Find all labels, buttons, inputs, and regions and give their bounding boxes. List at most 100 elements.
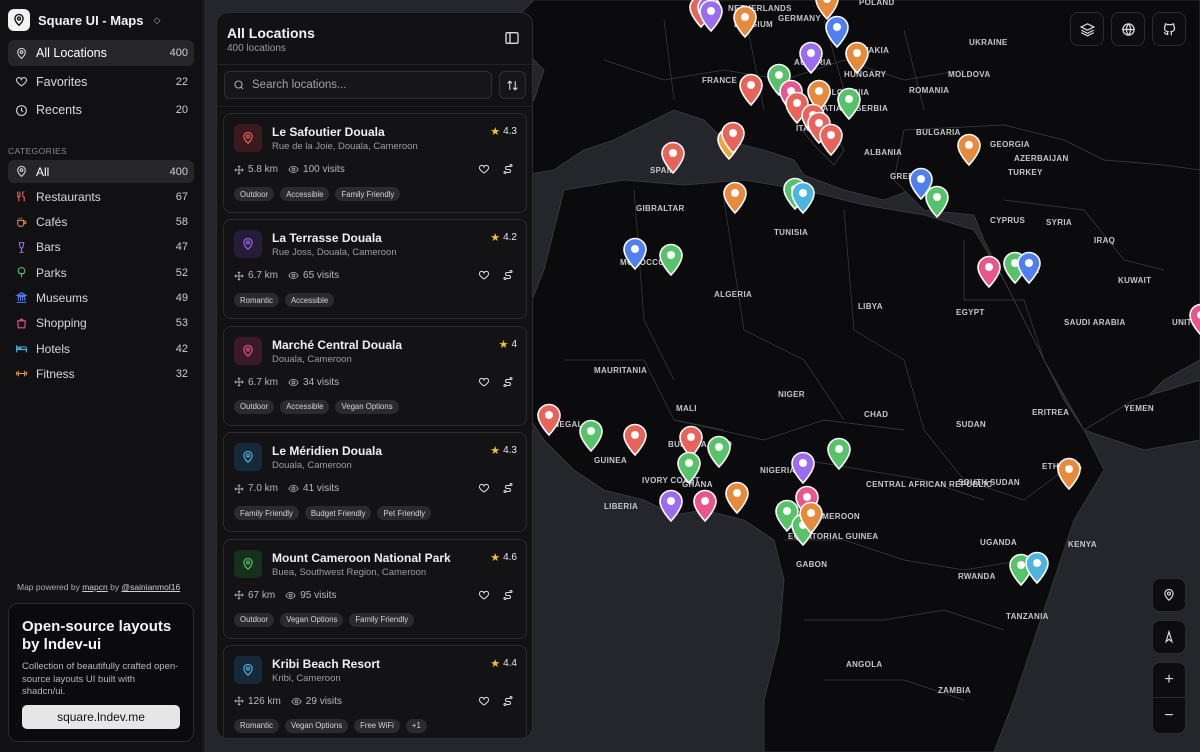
directions-icon[interactable] — [502, 376, 514, 388]
location-marker[interactable] — [790, 180, 816, 215]
location-marker[interactable] — [826, 436, 852, 471]
location-marker[interactable] — [798, 40, 824, 75]
category-item-shopping[interactable]: Shopping 53 — [8, 312, 194, 335]
location-marker[interactable] — [1056, 456, 1082, 491]
mapcn-link[interactable]: mapcn — [82, 582, 108, 592]
favorite-heart-icon[interactable] — [478, 589, 490, 601]
github-button[interactable] — [1152, 12, 1186, 46]
tag-chip: Romantic — [234, 718, 279, 733]
location-marker[interactable] — [720, 120, 746, 155]
category-item-hotels[interactable]: Hotels 42 — [8, 337, 194, 360]
search-field[interactable] — [224, 71, 492, 99]
location-card[interactable]: Marché Central Douala Douala, Cameroon ★… — [223, 325, 527, 426]
map-marker-icon — [837, 87, 861, 121]
location-marker[interactable] — [658, 488, 684, 523]
favorite-heart-icon[interactable] — [478, 695, 490, 707]
layers-button[interactable] — [1070, 12, 1104, 46]
location-marker[interactable] — [676, 450, 702, 485]
map-marker-icon — [579, 419, 603, 453]
compass-button[interactable] — [1152, 620, 1186, 654]
zoom-out-button[interactable]: − — [1153, 698, 1185, 733]
favorite-heart-icon[interactable] — [478, 482, 490, 494]
promo-link-button[interactable]: square.lndev.me — [22, 705, 180, 729]
location-card[interactable]: Mount Cameroon National Park Buea, South… — [223, 538, 527, 639]
location-name: Le Méridien Douala — [272, 444, 383, 459]
category-item-parks[interactable]: Parks 52 — [8, 261, 194, 284]
directions-icon[interactable] — [502, 269, 514, 281]
location-marker[interactable] — [790, 450, 816, 485]
location-marker[interactable] — [660, 140, 686, 175]
location-address: Rue de la Joie, Douala, Cameroon — [272, 141, 418, 152]
location-marker[interactable] — [738, 72, 764, 107]
location-marker[interactable] — [956, 132, 982, 167]
category-badge — [234, 655, 262, 684]
nav-item-recents[interactable]: Recents 20 — [8, 97, 194, 123]
app-switcher[interactable]: Square UI - Maps ◇ — [8, 8, 160, 32]
directions-icon[interactable] — [502, 163, 514, 175]
zoom-in-button[interactable]: + — [1153, 663, 1185, 698]
category-item-all[interactable]: All 400 — [8, 160, 194, 183]
location-marker[interactable] — [1016, 250, 1042, 285]
nav-item-favorites[interactable]: Favorites 22 — [8, 69, 194, 95]
location-marker[interactable] — [818, 122, 844, 157]
tag-chip: Free WiFi — [354, 718, 400, 733]
rating: ★ 4 — [498, 338, 517, 351]
map-marker-icon — [819, 123, 843, 157]
category-item-fitness[interactable]: Fitness 32 — [8, 362, 194, 385]
location-marker[interactable] — [622, 236, 648, 271]
category-item-museums[interactable]: Museums 49 — [8, 286, 194, 309]
location-meta: 5.8 km 100 visits — [234, 164, 355, 175]
location-marker[interactable] — [578, 418, 604, 453]
favorite-heart-icon[interactable] — [478, 269, 490, 281]
author-link[interactable]: @sainianmol16 — [121, 582, 180, 592]
map-pin-icon — [243, 131, 253, 145]
location-marker[interactable] — [1188, 302, 1200, 336]
tag-list: Outdoor Accessible Vegan Options — [234, 399, 399, 414]
locate-button[interactable] — [1152, 578, 1186, 612]
directions-icon[interactable] — [502, 482, 514, 494]
location-marker[interactable] — [836, 86, 862, 121]
panel-title: All Locations — [227, 25, 315, 41]
nav-label: Favorites — [36, 74, 88, 89]
location-meta: 7.0 km 41 visits — [234, 483, 349, 494]
category-item-bars[interactable]: Bars 47 — [8, 236, 194, 259]
location-card[interactable]: Le Safoutier Douala Rue de la Joie, Doua… — [223, 113, 527, 213]
favorite-heart-icon[interactable] — [478, 163, 490, 175]
dumbbell-icon — [15, 371, 27, 377]
globe-button[interactable] — [1111, 12, 1145, 46]
category-badge — [234, 124, 262, 152]
eye-icon — [291, 697, 302, 706]
directions-icon[interactable] — [502, 695, 514, 707]
location-marker[interactable] — [798, 500, 824, 535]
location-marker[interactable] — [658, 242, 684, 277]
location-card[interactable]: Kribi Beach Resort Kribi, Cameroon ★ 4.4 … — [223, 644, 527, 738]
location-name: Marché Central Douala — [272, 337, 403, 352]
nav-item-all-locations[interactable]: All Locations 400 — [8, 40, 194, 66]
map-marker-icon — [1017, 251, 1041, 285]
location-card[interactable]: Le Méridien Douala Douala, Cameroon ★ 4.3… — [223, 432, 527, 533]
category-item-restaurants[interactable]: Restaurants 67 — [8, 185, 194, 208]
location-marker[interactable] — [698, 0, 724, 33]
location-marker[interactable] — [706, 434, 732, 469]
category-item-caf-s[interactable]: Cafés 58 — [8, 211, 194, 234]
location-marker[interactable] — [814, 0, 840, 21]
map-label-mali: MALI — [676, 404, 697, 413]
location-marker[interactable] — [536, 402, 562, 437]
favorite-heart-icon[interactable] — [478, 376, 490, 388]
location-marker[interactable] — [724, 480, 750, 515]
search-input[interactable] — [252, 79, 483, 91]
location-marker[interactable] — [692, 488, 718, 523]
directions-icon[interactable] — [502, 589, 514, 601]
sidebar-toggle-icon[interactable] — [504, 30, 520, 46]
map-attribution: Map powered by mapcn by @sainianmol16 — [17, 582, 181, 592]
location-marker[interactable] — [844, 40, 870, 75]
location-marker[interactable] — [1024, 550, 1050, 585]
location-marker[interactable] — [924, 184, 950, 219]
location-marker[interactable] — [622, 422, 648, 457]
location-marker[interactable] — [976, 254, 1002, 289]
location-marker[interactable] — [732, 4, 758, 39]
location-marker[interactable] — [722, 180, 748, 215]
sort-button[interactable] — [499, 71, 526, 99]
rating: ★ 4.4 — [490, 657, 517, 670]
location-card[interactable]: La Terrasse Douala Rue Joss, Douala, Cam… — [223, 219, 527, 320]
